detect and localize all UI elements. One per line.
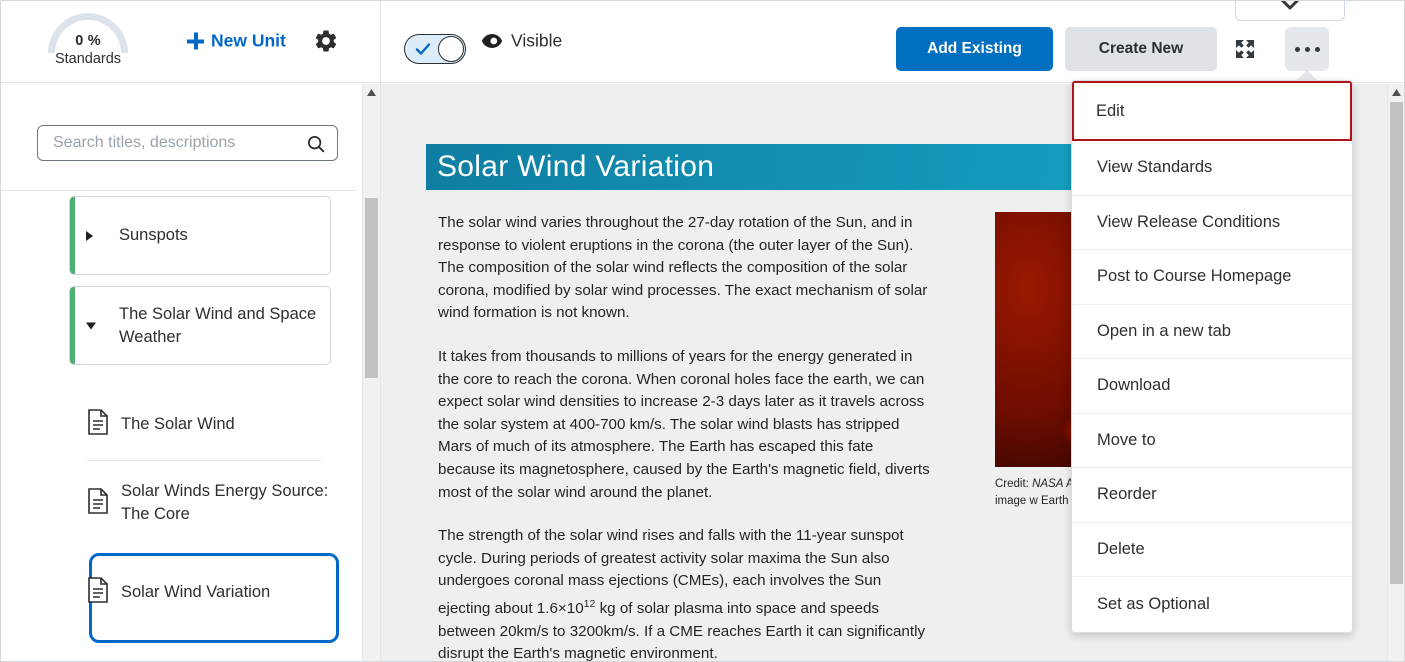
- course-outline-panel: 0 % Standards New Unit Search titles, de…: [1, 1, 381, 661]
- menu-item-reorder[interactable]: Reorder: [1072, 468, 1352, 523]
- menu-item-label: View Standards: [1097, 158, 1213, 177]
- tree-topic-solar-winds-energy-source[interactable]: Solar Winds Energy Source: The Core: [87, 480, 337, 526]
- menu-item-post-to-course-homepage[interactable]: Post to Course Homepage: [1072, 250, 1352, 305]
- content-scrollbar[interactable]: [1387, 84, 1404, 661]
- outline-header: 0 % Standards New Unit: [1, 1, 380, 83]
- unit-title: Sunspots: [119, 226, 188, 244]
- menu-item-label: Post to Course Homepage: [1097, 267, 1292, 286]
- standards-gauge: 0 % Standards: [45, 9, 131, 71]
- chevron-right-icon[interactable]: [86, 230, 93, 241]
- content-toolbar: Visible Add Existing Create New: [381, 1, 1404, 83]
- tree-topic-the-solar-wind[interactable]: The Solar Wind: [87, 409, 337, 440]
- document-icon: [87, 487, 109, 519]
- unit-accent-bar: [70, 197, 75, 274]
- tree-unit-solar-wind-space-weather[interactable]: The Solar Wind and Space Weather: [69, 286, 331, 365]
- menu-item-label: Edit: [1096, 101, 1125, 120]
- create-new-button[interactable]: Create New: [1065, 27, 1217, 71]
- menu-item-label: Set as Optional: [1097, 594, 1210, 613]
- search-icon[interactable]: [305, 133, 327, 155]
- topic-label: Solar Wind Variation: [121, 583, 271, 601]
- chevron-down-icon: [1280, 1, 1300, 16]
- menu-item-move-to[interactable]: Move to: [1072, 413, 1352, 468]
- menu-item-label: Open in a new tab: [1097, 321, 1231, 340]
- unit-title: The Solar Wind and Space Weather: [119, 304, 317, 346]
- menu-item-label: Move to: [1097, 430, 1156, 449]
- scrollbar-thumb[interactable]: [365, 198, 378, 378]
- search-box[interactable]: [37, 125, 338, 161]
- page-title: Solar Wind Variation: [437, 150, 715, 183]
- visible-label: Visible: [511, 30, 563, 51]
- menu-item-delete[interactable]: Delete: [1072, 522, 1352, 577]
- menu-item-label: Delete: [1097, 539, 1145, 558]
- tree-topic-solar-wind-variation[interactable]: Solar Wind Variation: [87, 577, 337, 608]
- menu-item-download[interactable]: Download: [1072, 359, 1352, 414]
- scroll-up-arrow-icon[interactable]: [1388, 84, 1404, 101]
- exponent: 12: [583, 597, 596, 610]
- menu-item-label: View Release Conditions: [1097, 212, 1281, 231]
- eye-icon[interactable]: [481, 33, 503, 49]
- new-unit-button[interactable]: New Unit: [187, 31, 286, 52]
- paragraph-1: The solar wind varies throughout the 27-…: [438, 214, 928, 322]
- menu-item-open-in-a-new-tab[interactable]: Open in a new tab: [1072, 304, 1352, 359]
- plus-icon: [187, 32, 204, 50]
- paragraph-3: The strength of the solar wind rises and…: [438, 525, 932, 661]
- standards-label: Standards: [54, 51, 122, 67]
- document-body: The solar wind varies throughout the 27-…: [438, 212, 932, 661]
- menu-item-label: Reorder: [1097, 485, 1157, 504]
- standards-percent: 0 %: [75, 33, 101, 49]
- search-row: [1, 83, 356, 191]
- topic-label: Solar Winds Energy Source: The Core: [121, 482, 329, 523]
- caption-source: NASA: [1032, 478, 1064, 490]
- page-select-dropdown[interactable]: [1235, 1, 1345, 21]
- ellipsis-dots: [1294, 46, 1320, 52]
- scrollbar-thumb[interactable]: [1390, 102, 1403, 584]
- context-menu: Edit View Standards View Release Condition…: [1071, 80, 1353, 633]
- new-unit-label: New Unit: [211, 30, 286, 51]
- menu-item-label: Download: [1097, 376, 1171, 395]
- menu-item-view-standards[interactable]: View Standards: [1072, 141, 1352, 196]
- chevron-down-icon[interactable]: [86, 322, 96, 329]
- add-existing-button[interactable]: Add Existing: [896, 27, 1053, 71]
- visibility-toggle[interactable]: [404, 34, 466, 64]
- unit-accent-bar: [70, 287, 75, 364]
- search-input[interactable]: [51, 133, 305, 153]
- fullscreen-expand-icon[interactable]: [1223, 27, 1267, 71]
- outline-tree: Sunspots The Solar Wind and Space Weathe…: [1, 192, 356, 661]
- check-icon: [415, 41, 431, 57]
- course-content-builder: 0 % Standards New Unit Search titles, de…: [0, 0, 1405, 662]
- tree-unit-sunspots[interactable]: Sunspots: [69, 196, 331, 275]
- scroll-up-arrow-icon[interactable]: [363, 84, 380, 101]
- gear-icon[interactable]: [313, 28, 339, 54]
- menu-item-set-as-optional[interactable]: Set as Optional: [1072, 577, 1352, 632]
- caption-prefix: Credit:: [995, 478, 1033, 490]
- ellipsis-icon[interactable]: [1285, 27, 1329, 71]
- topic-label: The Solar Wind: [121, 415, 235, 433]
- document-icon: [87, 409, 109, 440]
- menu-item-edit[interactable]: Edit: [1072, 81, 1352, 141]
- menu-item-view-release-conditions[interactable]: View Release Conditions: [1072, 195, 1352, 250]
- toggle-knob: [437, 36, 464, 62]
- tree-divider: [87, 460, 321, 461]
- outline-scrollbar[interactable]: [362, 84, 380, 661]
- document-icon: [87, 577, 109, 608]
- paragraph-2: It takes from thousands to millions of y…: [438, 347, 930, 501]
